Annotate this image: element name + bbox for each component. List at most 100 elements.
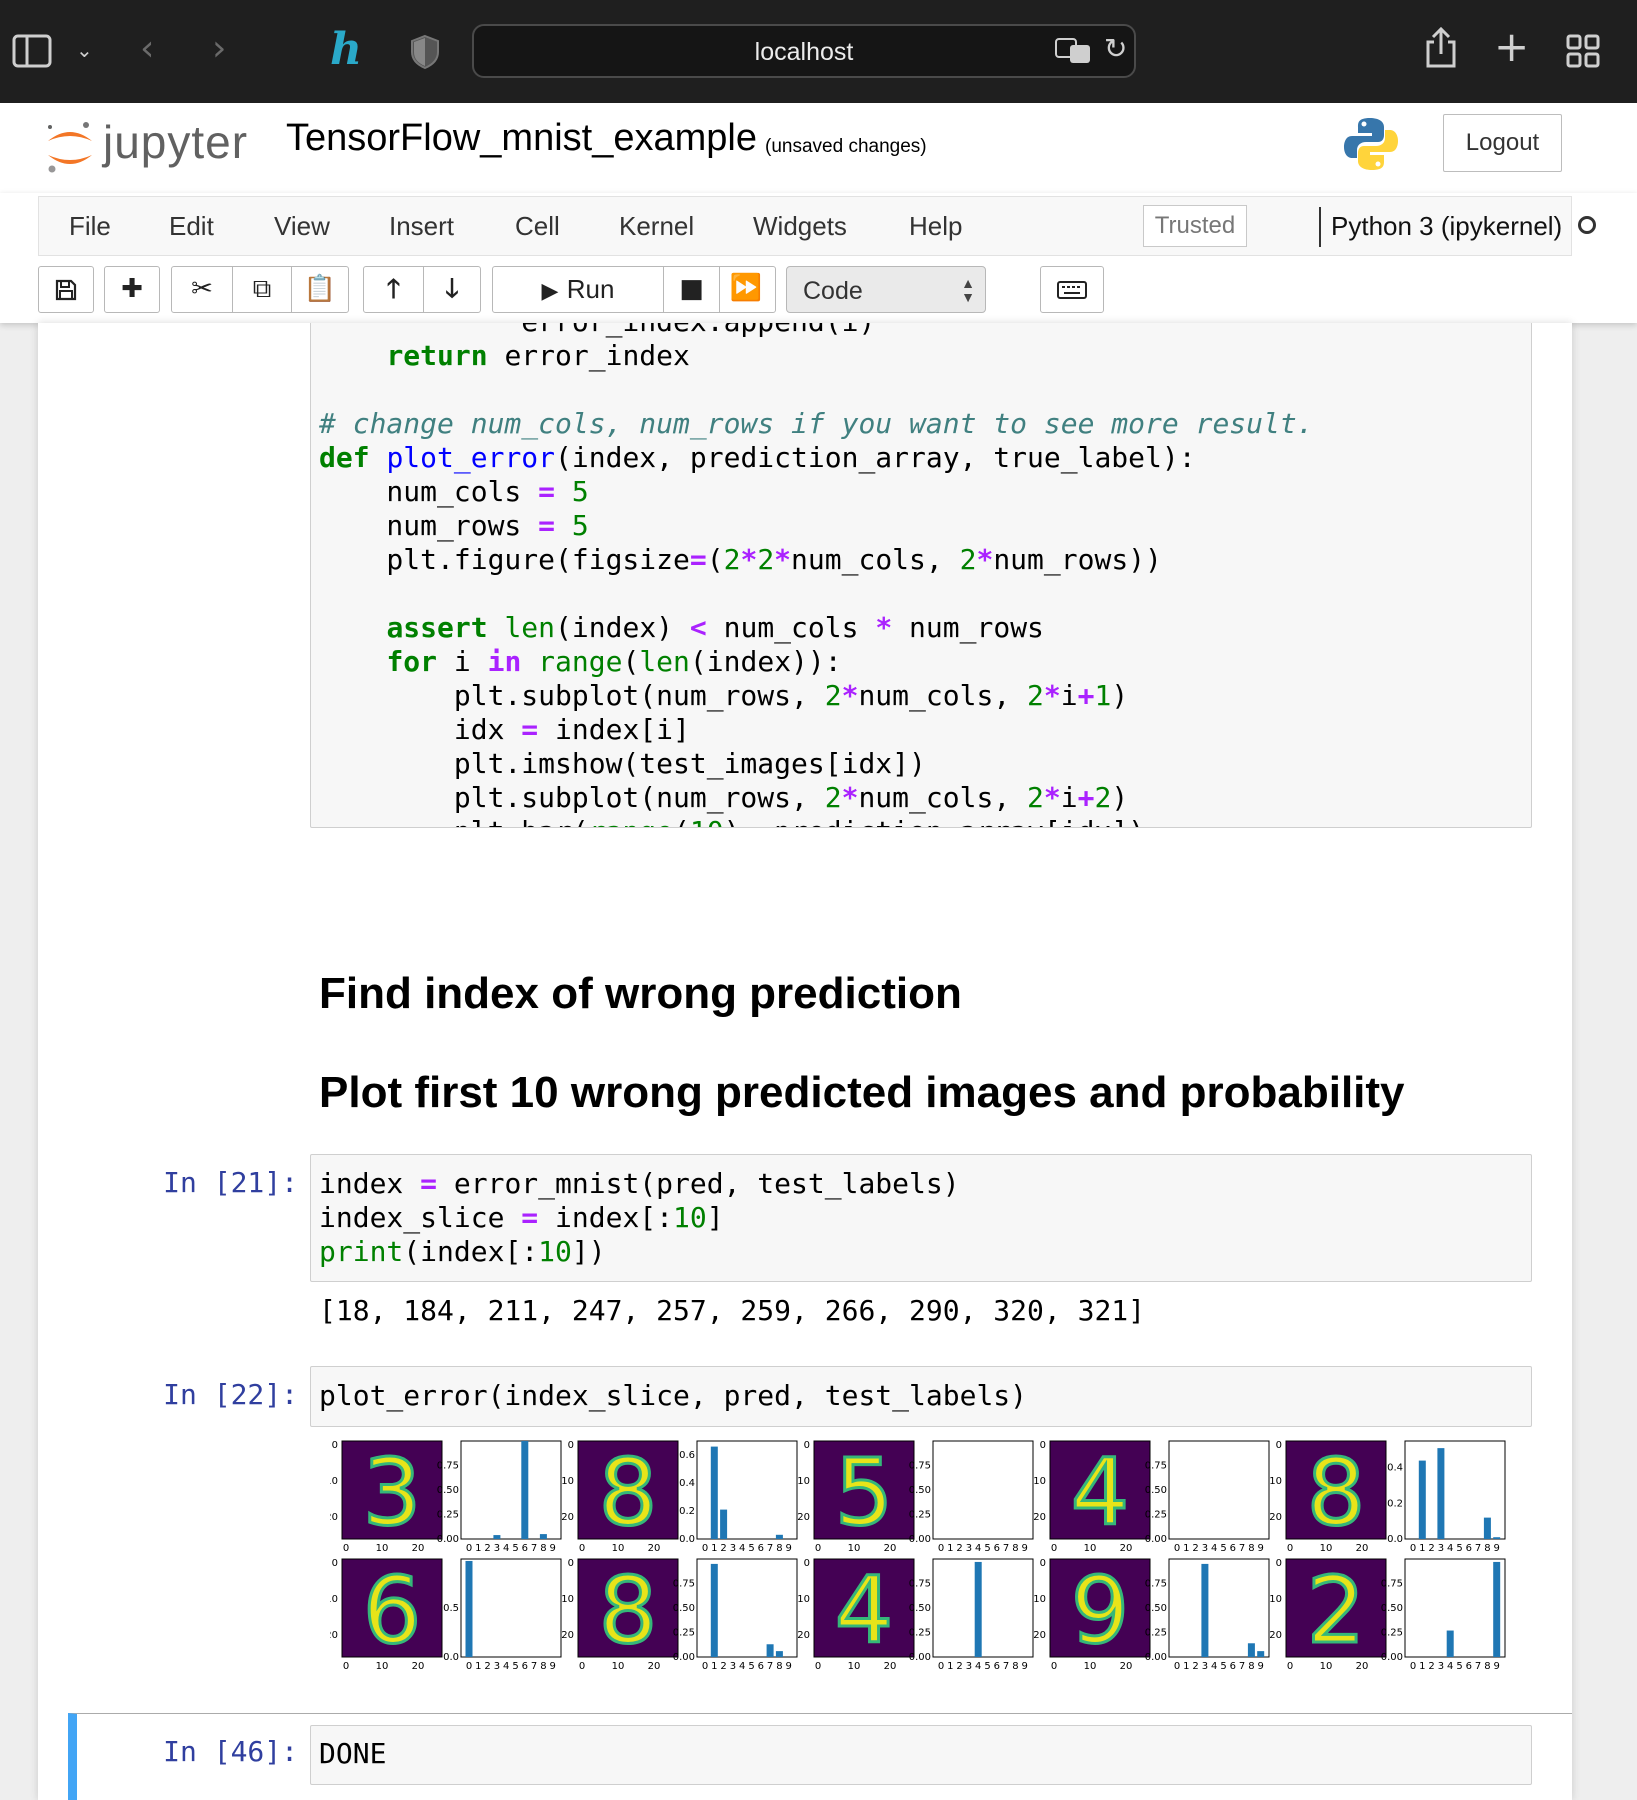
code-cell-input[interactable]: plot_error(index_slice, pred, test_label…: [310, 1366, 1532, 1427]
insert-cell-button[interactable]: ✚: [104, 266, 160, 313]
notebook-title[interactable]: TensorFlow_mnist_example: [286, 117, 757, 160]
image-y-tick: 10: [330, 1594, 338, 1605]
bar-x-tick: 9: [1258, 1661, 1264, 1671]
bar-x-tick: 8: [540, 1543, 546, 1554]
error-plot-figure: 300101020200.000.250.500.750123456789800…: [330, 1438, 1506, 1671]
bar-x-tick: 6: [1466, 1661, 1472, 1671]
bar-x-tick: 4: [503, 1543, 509, 1554]
image-y-tick: 10: [330, 1476, 338, 1487]
image-x-tick: 10: [1084, 1661, 1097, 1671]
jupyter-logo-icon[interactable]: [44, 117, 96, 182]
cell-prompt: In [21]:: [163, 1166, 298, 1199]
menu-view[interactable]: View: [274, 211, 330, 242]
fast-forward-icon[interactable]: ⏩: [718, 266, 774, 311]
arrow-down-icon[interactable]: 🡓: [423, 267, 480, 312]
back-icon[interactable]: ‹: [140, 28, 154, 69]
image-y-tick: 0: [1276, 1558, 1282, 1569]
menu-kernel[interactable]: Kernel: [619, 211, 694, 242]
bar-x-tick: 9: [1022, 1661, 1028, 1671]
jupyter-header: jupyter TensorFlow_mnist_example (unsave…: [0, 103, 1637, 194]
cut-icon[interactable]: ✂: [172, 267, 232, 312]
bar-x-tick: 2: [956, 1661, 962, 1671]
shield-icon[interactable]: [410, 34, 440, 74]
address-bar[interactable]: localhost ↻: [472, 24, 1136, 78]
digit-glyph: 9: [1071, 1557, 1130, 1664]
image-x-tick: 10: [848, 1543, 861, 1554]
image-x-tick: 10: [376, 1543, 389, 1554]
fast-forward-wrapper: ⏩: [718, 266, 776, 313]
bar-x-tick: 8: [1484, 1661, 1490, 1671]
jupyter-logo-text[interactable]: jupyter: [103, 115, 248, 169]
code-text: plot_error(index_slice, pred, test_label…: [319, 1379, 1028, 1412]
bar-x-tick: 1: [711, 1543, 717, 1554]
image-x-tick: 0: [815, 1661, 821, 1671]
menu-widgets[interactable]: Widgets: [753, 211, 847, 242]
translate-icon[interactable]: [1054, 36, 1092, 70]
paste-icon[interactable]: 📋: [291, 267, 348, 312]
image-x-tick: 10: [376, 1661, 389, 1671]
new-tab-icon[interactable]: +: [1494, 22, 1529, 71]
save-button[interactable]: [38, 266, 94, 313]
code-cell-input[interactable]: DONE: [310, 1725, 1532, 1785]
bar-y-tick: 0.25: [909, 1510, 931, 1521]
menu-file[interactable]: File: [69, 211, 111, 242]
cell-type-value: Code: [803, 277, 863, 305]
image-y-tick: 0: [568, 1558, 574, 1569]
image-y-tick: 10: [1269, 1594, 1282, 1605]
probability-bar: [1257, 1651, 1265, 1657]
sidebar-toggle-icon[interactable]: [12, 34, 52, 72]
image-x-tick: 10: [1320, 1661, 1333, 1671]
image-y-tick: 0: [332, 1558, 338, 1569]
stop-icon[interactable]: ■: [663, 267, 719, 312]
menu-help[interactable]: Help: [909, 211, 962, 242]
bar-x-tick: 9: [1494, 1543, 1500, 1554]
bar-axes: [1404, 1558, 1506, 1658]
digit-glyph: 8: [1307, 1439, 1366, 1546]
plus-icon: ✚: [121, 274, 143, 304]
bar-x-tick: 3: [494, 1543, 500, 1554]
image-y-tick: 20: [1269, 1512, 1282, 1523]
bar-y-tick: 0.0: [1387, 1534, 1403, 1545]
run-label: Run: [566, 274, 615, 304]
browser-toolbar: ⌄ ‹ › h localhost ↻ +: [0, 0, 1637, 103]
arrow-up-icon[interactable]: 🡑: [364, 267, 423, 312]
bar-y-tick: 0.5: [443, 1603, 459, 1614]
code-cell-input[interactable]: error_index.append(i) return error_index…: [310, 323, 1532, 828]
run-button[interactable]: ▶ Run: [493, 267, 663, 312]
bar-x-tick: 4: [975, 1543, 981, 1554]
bar-y-tick: 0.50: [673, 1603, 695, 1614]
bar-x-tick: 1: [1183, 1661, 1189, 1671]
kernel-name[interactable]: Python 3 (ipykernel): [1331, 211, 1562, 242]
image-y-tick: 10: [1033, 1594, 1046, 1605]
tab-overview-icon[interactable]: [1566, 34, 1600, 72]
code-cell-input[interactable]: index = error_mnist(pred, test_labels) i…: [310, 1154, 1532, 1282]
bar-x-tick: 9: [786, 1543, 792, 1554]
menu-cell[interactable]: Cell: [515, 211, 560, 242]
share-icon[interactable]: [1424, 26, 1458, 74]
reload-icon[interactable]: ↻: [1104, 32, 1127, 65]
move-button-group: 🡑 🡓: [363, 266, 481, 313]
bar-y-tick: 0.2: [1387, 1498, 1403, 1509]
bar-y-tick: 0.75: [909, 1461, 931, 1472]
keyboard-shortcuts-button[interactable]: [1040, 266, 1104, 313]
bar-x-tick: 8: [1248, 1661, 1254, 1671]
bar-y-tick: 0.00: [673, 1652, 695, 1663]
bar-y-tick: 0.00: [1381, 1652, 1403, 1663]
forward-icon[interactable]: ›: [212, 28, 226, 69]
bar-x-tick: 8: [540, 1661, 546, 1671]
bar-x-tick: 9: [1494, 1661, 1500, 1671]
menu-insert[interactable]: Insert: [389, 211, 454, 242]
copy-icon[interactable]: ⧉: [232, 267, 291, 312]
menu-edit[interactable]: Edit: [169, 211, 214, 242]
cell-type-select[interactable]: Code ▲ ▼: [786, 266, 986, 313]
image-y-tick: 0: [1276, 1440, 1282, 1451]
probability-bar: [521, 1441, 529, 1539]
code-text: DONE: [319, 1737, 387, 1770]
menu-toolbar-area: File Edit View Insert Cell Kernel Widget…: [0, 193, 1637, 323]
chevron-down-icon[interactable]: ⌄: [76, 38, 93, 62]
trusted-indicator[interactable]: Trusted: [1143, 205, 1247, 247]
bar-y-tick: 0.4: [679, 1478, 695, 1489]
logout-button[interactable]: Logout: [1443, 114, 1562, 172]
bar-x-tick: 6: [758, 1661, 764, 1671]
extension-h-icon[interactable]: h: [330, 24, 362, 75]
